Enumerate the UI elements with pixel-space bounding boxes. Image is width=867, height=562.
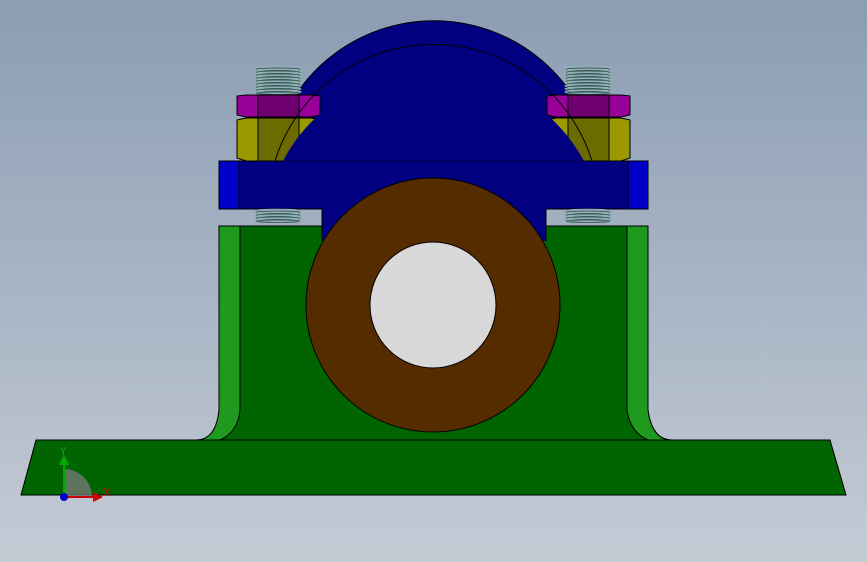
left-top-nut[interactable]: [236, 94, 321, 118]
triad-y-label: Y: [59, 445, 67, 458]
cap-flange-right-end: [627, 160, 649, 210]
cap-flange-left-end: [218, 160, 240, 210]
graphics-viewport[interactable]: Y X: [0, 0, 867, 562]
bore[interactable]: [369, 241, 497, 369]
left-bolt-thread-bottom[interactable]: [254, 208, 302, 223]
right-bolt-thread-bottom[interactable]: [564, 208, 612, 223]
triad-z-axis: [60, 493, 68, 501]
model-view[interactable]: Y X: [0, 0, 867, 562]
base-left-side-face: [195, 225, 241, 441]
base-right-side-face: [626, 225, 673, 441]
left-bolt-thread-top[interactable]: [254, 65, 302, 95]
base-foot[interactable]: [20, 439, 847, 496]
right-top-nut[interactable]: [546, 94, 631, 118]
cap-dome-overlap: [283, 106, 584, 161]
right-bolt-thread-top[interactable]: [564, 65, 612, 95]
triad-x-label: X: [103, 486, 111, 499]
